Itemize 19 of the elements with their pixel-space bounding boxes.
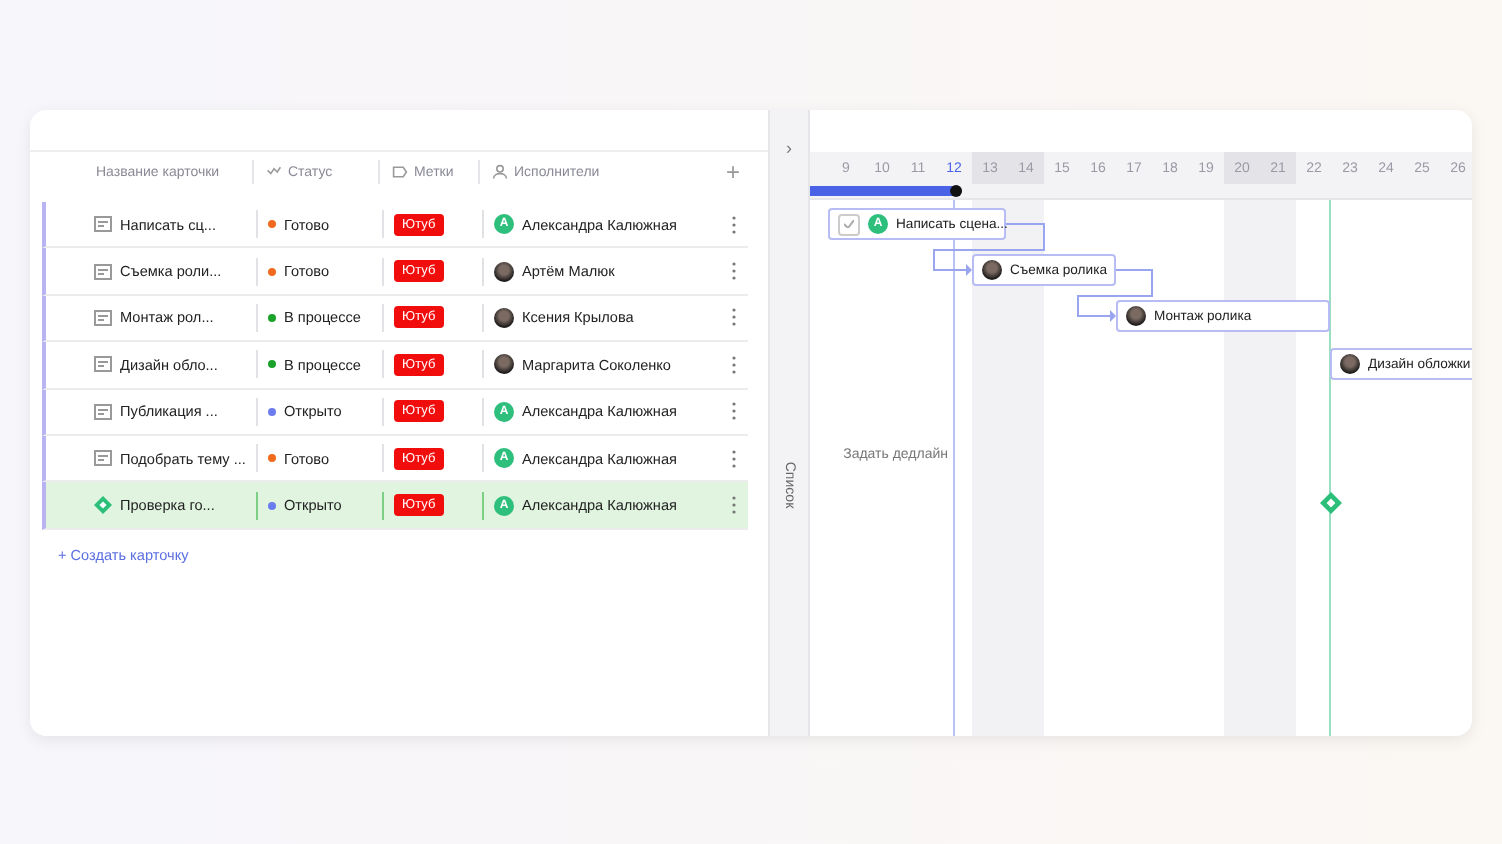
expand-button[interactable]: › bbox=[786, 138, 792, 158]
avatar-icon bbox=[1340, 354, 1360, 374]
card-icon bbox=[94, 450, 112, 467]
avatar-icon bbox=[1126, 306, 1146, 326]
checkbox-icon[interactable] bbox=[838, 213, 860, 235]
avatar-icon bbox=[494, 354, 514, 375]
card-icon bbox=[94, 403, 112, 420]
avatar-icon bbox=[494, 307, 514, 328]
avatar-icon bbox=[982, 260, 1002, 280]
avatar-icon bbox=[494, 261, 514, 282]
card-icon bbox=[94, 216, 112, 233]
milestone-diamond-icon[interactable] bbox=[1319, 492, 1341, 514]
card-icon bbox=[94, 263, 112, 280]
person-icon bbox=[492, 164, 508, 180]
status-icon bbox=[266, 164, 282, 180]
card-icon bbox=[94, 309, 112, 326]
card-icon bbox=[94, 356, 112, 373]
tag-icon bbox=[392, 164, 408, 180]
diamond-icon bbox=[94, 496, 112, 515]
